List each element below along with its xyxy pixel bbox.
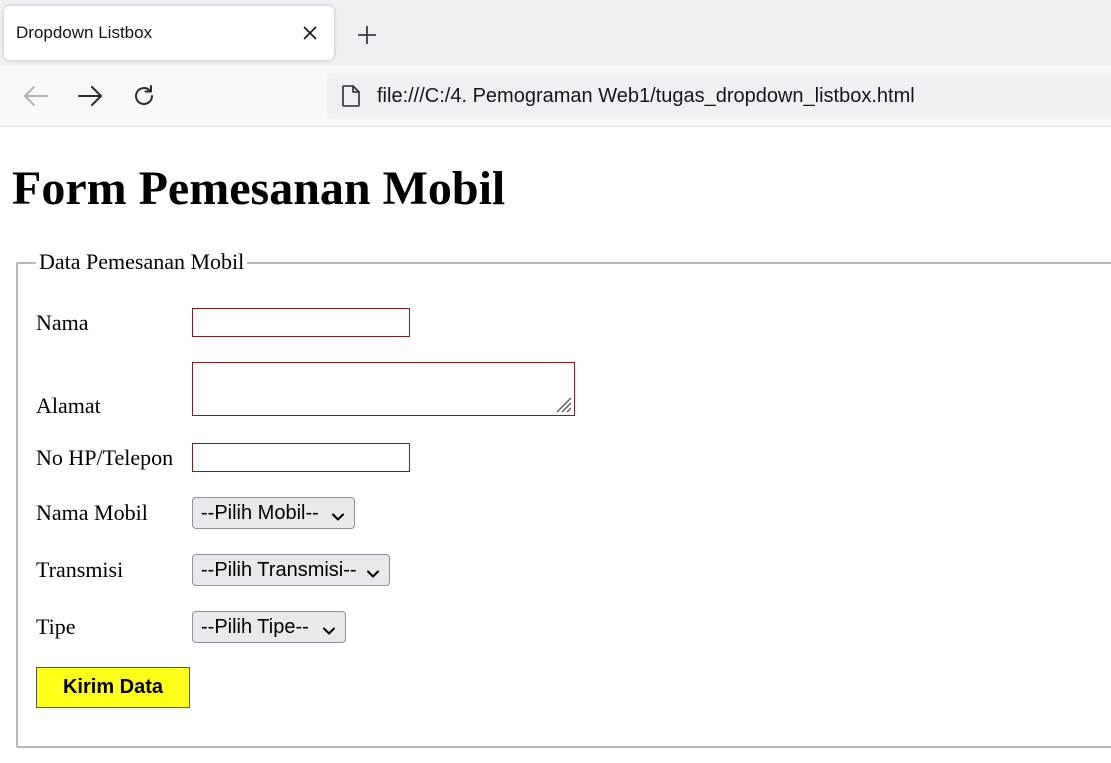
transmisi-select[interactable]: --Pilih Transmisi-- xyxy=(192,554,390,586)
tab-title: Dropdown Listbox xyxy=(16,23,153,42)
chevron-down-icon xyxy=(366,564,380,578)
back-arrow-icon[interactable] xyxy=(21,81,51,111)
url-text: file:///C:/4. Pemograman Web1/tugas_drop… xyxy=(377,85,915,107)
alamat-label: Alamat xyxy=(36,393,101,418)
page-title: Form Pemesanan Mobil xyxy=(12,162,506,215)
close-icon[interactable] xyxy=(298,21,322,45)
tipe-label: Tipe xyxy=(36,614,76,639)
browser-tab[interactable]: Dropdown Listbox xyxy=(4,6,334,60)
url-bar[interactable]: file:///C:/4. Pemograman Web1/tugas_drop… xyxy=(327,73,1111,119)
document-icon xyxy=(341,85,361,107)
hp-input[interactable] xyxy=(192,443,410,472)
transmisi-label: Transmisi xyxy=(36,557,124,582)
chevron-down-icon xyxy=(331,507,345,521)
mobil-label: Nama Mobil xyxy=(36,500,148,525)
mobil-select-value: --Pilih Mobil-- xyxy=(201,501,319,524)
chevron-down-icon xyxy=(322,621,336,635)
resize-grip-icon[interactable] xyxy=(554,395,572,413)
transmisi-select-value: --Pilih Transmisi-- xyxy=(201,558,357,581)
alamat-textarea[interactable] xyxy=(192,362,575,416)
submit-button[interactable]: Kirim Data xyxy=(36,667,190,708)
navigation-bar: file:///C:/4. Pemograman Web1/tugas_drop… xyxy=(0,66,1111,127)
mobil-select[interactable]: --Pilih Mobil-- xyxy=(192,497,355,529)
forward-arrow-icon[interactable] xyxy=(75,81,105,111)
hp-label: No HP/Telepon xyxy=(36,445,174,470)
fieldset-legend: Data Pemesanan Mobil xyxy=(36,248,248,276)
tab-strip: Dropdown Listbox xyxy=(0,0,1111,66)
tipe-select-value: --Pilih Tipe-- xyxy=(201,615,309,638)
tipe-select[interactable]: --Pilih Tipe-- xyxy=(192,611,346,643)
nama-label: Nama xyxy=(36,310,89,335)
plus-icon[interactable] xyxy=(352,20,382,50)
reload-icon[interactable] xyxy=(129,81,159,111)
nama-input[interactable] xyxy=(192,308,410,337)
